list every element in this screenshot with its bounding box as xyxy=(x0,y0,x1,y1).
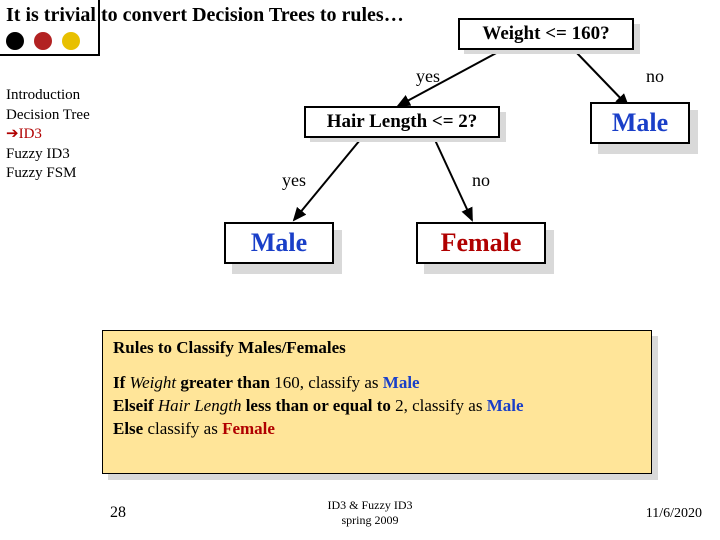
slide-number: 28 xyxy=(110,504,126,522)
edge-root-no: no xyxy=(646,66,664,87)
right-leaf-label: Male xyxy=(592,104,688,142)
root-label: Weight <= 160? xyxy=(460,20,632,48)
decision-tree-diagram: Weight <= 160? yes no Hair Length <= 2? … xyxy=(170,14,700,314)
nav-item-dt: Decision Tree xyxy=(6,106,90,126)
nav-item-fuzzy-fsm: Fuzzy FSM xyxy=(6,164,90,184)
rules-heading: Rules to Classify Males/Females xyxy=(113,337,641,360)
edge-left-yes: yes xyxy=(282,170,306,191)
left-node-label: Hair Length <= 2? xyxy=(306,108,498,136)
ll-leaf-label: Male xyxy=(226,224,332,262)
outline-nav: Introduction Decision Tree ➔ID3 Fuzzy ID… xyxy=(6,86,90,184)
dot-yellow-icon xyxy=(62,32,80,50)
arrow-icon: ➔ xyxy=(6,126,19,142)
dot-red-icon xyxy=(34,32,52,50)
root-node: Weight <= 160? xyxy=(458,18,634,50)
rule-line-3: Else classify as Female xyxy=(113,418,641,441)
right-leaf: Male xyxy=(590,102,690,144)
divider-vertical xyxy=(98,0,100,56)
nav-item-intro: Introduction xyxy=(6,86,90,106)
nav-item-id3: ➔ID3 xyxy=(6,125,90,145)
rule-line-1: If Weight greater than 160, classify as … xyxy=(113,372,641,395)
left-node: Hair Length <= 2? xyxy=(304,106,500,138)
footer-center: ID3 & Fuzzy ID3 spring 2009 xyxy=(300,498,440,528)
edge-left-no: no xyxy=(472,170,490,191)
divider-horizontal xyxy=(0,54,100,56)
footer-date: 11/6/2020 xyxy=(646,506,702,522)
edge-root-yes: yes xyxy=(416,66,440,87)
rules-box: Rules to Classify Males/Females If Weigh… xyxy=(102,330,652,474)
ll-leaf: Male xyxy=(224,222,334,264)
lr-leaf-label: Female xyxy=(418,224,544,262)
nav-item-fuzzy-id3: Fuzzy ID3 xyxy=(6,145,90,165)
rule-line-2: Elseif Hair Length less than or equal to… xyxy=(113,395,641,418)
color-dots xyxy=(6,32,86,50)
dot-black-icon xyxy=(6,32,24,50)
lr-leaf: Female xyxy=(416,222,546,264)
